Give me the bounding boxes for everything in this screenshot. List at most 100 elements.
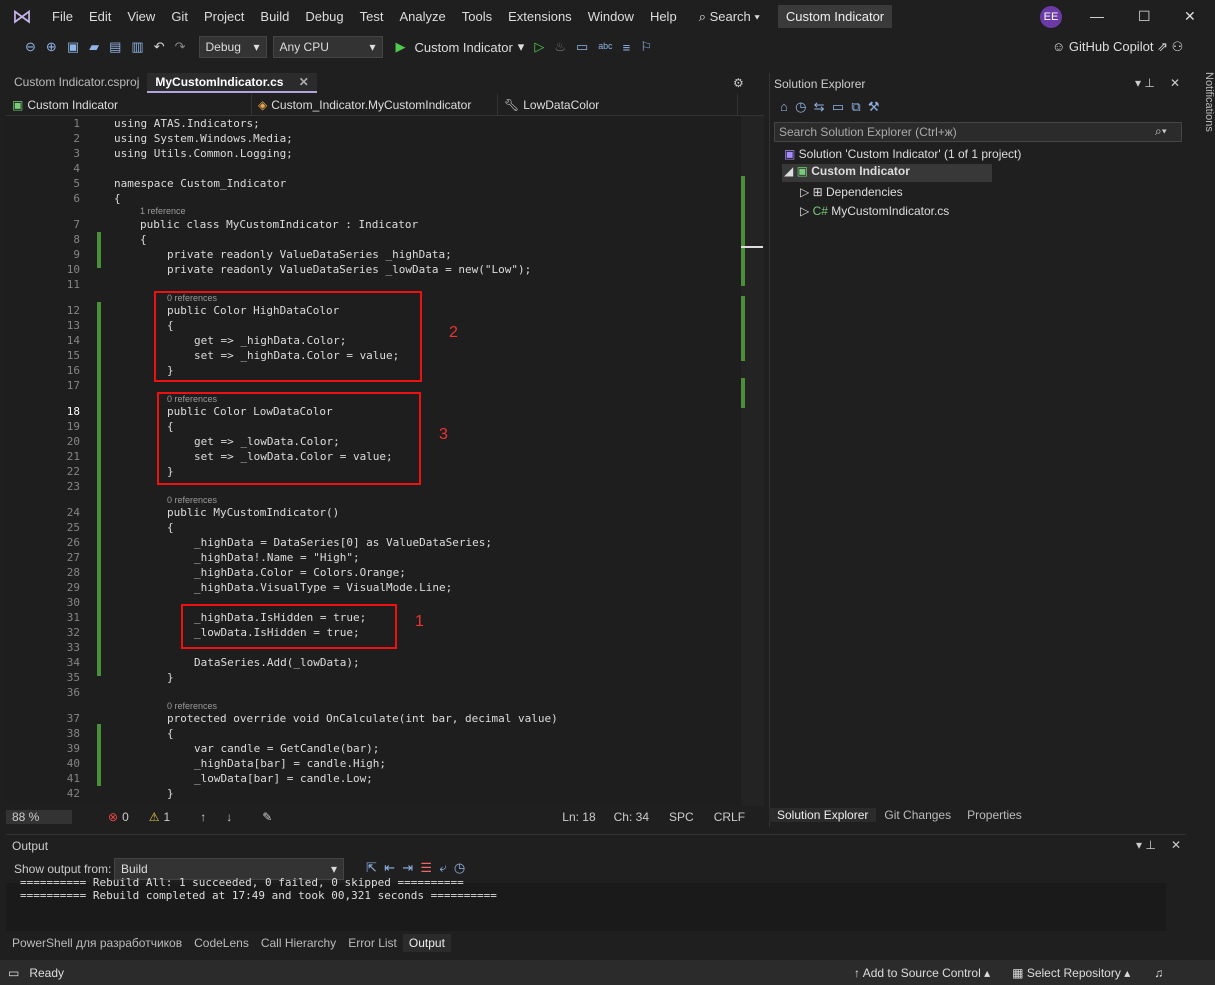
- run-icon[interactable]: ▶: [391, 39, 411, 55]
- tab-powershell[interactable]: PowerShell для разработчиков: [6, 934, 188, 952]
- close-tab-icon[interactable]: ✕: [299, 75, 309, 89]
- avatar[interactable]: EE: [1040, 6, 1062, 28]
- dependencies-node[interactable]: ▷ ⊞ Dependencies: [800, 185, 903, 199]
- close-icon[interactable]: ✕: [1184, 8, 1196, 25]
- menu-view[interactable]: View: [119, 0, 163, 33]
- goto-icon[interactable]: ⇱: [366, 860, 377, 875]
- solution-root[interactable]: ▣ Solution 'Custom Indicator' (1 of 1 pr…: [784, 147, 1021, 161]
- line-number[interactable]: Ln: 18: [562, 810, 595, 824]
- tab-call-hierarchy[interactable]: Call Hierarchy: [255, 934, 342, 952]
- menu-analyze[interactable]: Analyze: [391, 0, 453, 33]
- editor-scrollbar[interactable]: [741, 116, 764, 806]
- annotation-box-3: [157, 392, 421, 485]
- comment-icon[interactable]: ≡: [618, 40, 636, 55]
- minimize-icon[interactable]: —: [1090, 8, 1104, 24]
- close-panel-icon[interactable]: ✕: [1170, 76, 1180, 90]
- clear-all-icon[interactable]: ☰: [420, 860, 432, 875]
- undo-icon[interactable]: ↶: [149, 39, 170, 55]
- home-icon[interactable]: ⌂: [780, 99, 788, 114]
- prev-message-icon[interactable]: ⇤: [384, 860, 395, 875]
- gear-icon[interactable]: ⚙: [733, 76, 744, 90]
- new-project-icon[interactable]: ▣: [62, 39, 84, 55]
- tab-properties[interactable]: Properties: [959, 808, 1030, 822]
- filter-icon[interactable]: ⧉: [851, 99, 860, 114]
- pin-icon[interactable]: ▾ ⊥: [1135, 76, 1155, 90]
- forward-icon[interactable]: ⊕: [41, 39, 62, 55]
- spellcheck-icon[interactable]: ᵃᵇᶜ: [593, 40, 617, 55]
- search-icon[interactable]: ⌕▾: [1155, 124, 1167, 139]
- hot-reload-icon[interactable]: ♨: [549, 39, 571, 55]
- tab-git-changes[interactable]: Git Changes: [876, 808, 959, 822]
- chevron-down-icon: ▾: [253, 40, 260, 54]
- codelens-references[interactable]: 0 references: [167, 701, 217, 711]
- save-all-icon[interactable]: ▥: [126, 39, 148, 55]
- menu-tools[interactable]: Tools: [454, 0, 500, 33]
- zoom-select[interactable]: 88 %: [6, 810, 72, 824]
- platform-select[interactable]: Any CPU ▾: [272, 36, 383, 58]
- github-copilot-button[interactable]: ☺ GitHub Copilot ⇗ ⚇: [1052, 39, 1183, 55]
- vs-logo-icon[interactable]: ⋈: [0, 0, 44, 33]
- tab-output[interactable]: Output: [402, 934, 451, 952]
- tab-codelens[interactable]: CodeLens: [188, 934, 255, 952]
- codelens-references[interactable]: 1 reference: [140, 206, 186, 216]
- menu-edit[interactable]: Edit: [81, 0, 119, 33]
- maximize-icon[interactable]: ☐: [1138, 8, 1151, 25]
- code-editor[interactable]: 1 using ATAS.Indicators; 2 using System.…: [6, 116, 741, 806]
- menu-project[interactable]: Project: [196, 0, 252, 33]
- bell-icon[interactable]: ♫: [1154, 966, 1163, 980]
- arrow-down-icon[interactable]: ↓: [226, 810, 232, 824]
- wrench-icon[interactable]: ⚒: [868, 99, 880, 114]
- solution-search-input[interactable]: Search Solution Explorer (Ctrl+ж): [774, 122, 1182, 142]
- scroll-thumb[interactable]: [741, 246, 763, 248]
- tab-mycustomindicator[interactable]: MyCustomIndicator.cs ✕: [147, 73, 317, 93]
- error-icon[interactable]: ⊗: [108, 810, 118, 824]
- tab-csproj[interactable]: Custom Indicator.csproj: [6, 73, 147, 93]
- member-dropdown[interactable]: 🔧︎ LowDataColor: [498, 94, 738, 115]
- menu-git[interactable]: Git: [163, 0, 196, 33]
- add-source-control-button[interactable]: ↑ Add to Source Control ▴: [854, 966, 990, 980]
- menu-build[interactable]: Build: [252, 0, 297, 33]
- codelens-references[interactable]: 0 references: [167, 495, 217, 505]
- back-icon[interactable]: ⊖: [20, 39, 41, 55]
- project-dropdown[interactable]: ▣ Custom Indicator: [6, 94, 252, 115]
- notifications-tab[interactable]: Notifications: [1188, 72, 1215, 132]
- collapse-icon[interactable]: ▭: [832, 99, 844, 114]
- sync-icon[interactable]: ⇆: [814, 99, 825, 114]
- menu-debug[interactable]: Debug: [297, 0, 351, 33]
- whitespace-mode[interactable]: SPC: [669, 810, 694, 824]
- warning-icon[interactable]: ⚠: [149, 810, 160, 824]
- arrow-up-icon[interactable]: ↑: [200, 810, 206, 824]
- next-message-icon[interactable]: ⇥: [402, 860, 413, 875]
- clock-icon[interactable]: ◷: [454, 860, 465, 875]
- redo-icon[interactable]: ↷: [170, 39, 191, 55]
- config-select[interactable]: Debug ▾: [198, 36, 267, 58]
- menu-extensions[interactable]: Extensions: [500, 0, 580, 33]
- type-dropdown[interactable]: ◈ Custom_Indicator.MyCustomIndicator: [252, 94, 498, 115]
- history-icon[interactable]: ◷: [795, 99, 806, 114]
- save-icon[interactable]: ▤: [104, 39, 126, 55]
- toolbox-icon[interactable]: ▭: [571, 39, 593, 55]
- column-number[interactable]: Ch: 34: [614, 810, 649, 824]
- pin-icon[interactable]: ▾ ⊥: [1136, 838, 1156, 852]
- menu-window[interactable]: Window: [580, 0, 642, 33]
- select-repository-button[interactable]: ▦ Select Repository ▴: [1012, 966, 1130, 980]
- close-panel-icon[interactable]: ✕: [1171, 838, 1181, 852]
- project-node[interactable]: ◢ ▣ Custom Indicator: [782, 164, 992, 182]
- run-button[interactable]: Custom Indicator: [415, 40, 513, 55]
- cleanup-icon[interactable]: ✎: [262, 810, 272, 824]
- line-ending[interactable]: CRLF: [714, 810, 745, 824]
- tab-solution-explorer[interactable]: Solution Explorer: [769, 808, 877, 822]
- run-without-debug-icon[interactable]: ▷: [529, 39, 549, 55]
- tab-error-list[interactable]: Error List: [342, 934, 403, 952]
- run-dropdown-icon[interactable]: ▾: [513, 39, 530, 55]
- menu-file[interactable]: File: [44, 0, 81, 33]
- open-icon[interactable]: ▰: [84, 39, 104, 55]
- menu-test[interactable]: Test: [352, 0, 392, 33]
- word-wrap-icon[interactable]: ⤶: [439, 860, 446, 875]
- output-text[interactable]: ========== Rebuild All: 1 succeeded, 0 f…: [6, 876, 1166, 931]
- file-node[interactable]: ▷ C# MyCustomIndicator.cs: [800, 204, 949, 218]
- search-button[interactable]: ⌕ Search ▾: [691, 9, 768, 25]
- bookmark-icon[interactable]: ⚐: [635, 39, 657, 55]
- annotation-label-1: 1: [415, 613, 424, 630]
- menu-help[interactable]: Help: [642, 0, 685, 33]
